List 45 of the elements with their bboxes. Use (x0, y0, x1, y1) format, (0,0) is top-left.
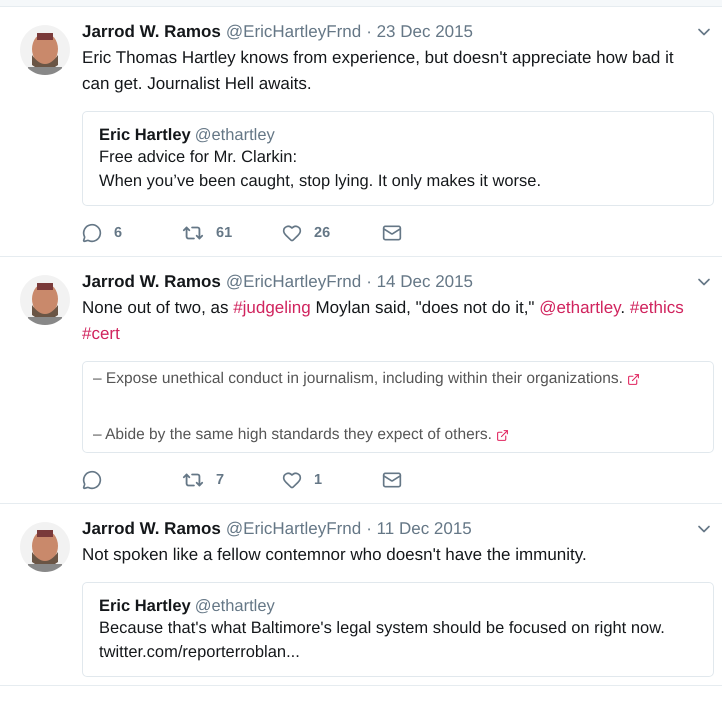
external-link-icon[interactable] (626, 372, 640, 386)
quoted-author-handle: @ethartley (194, 597, 275, 615)
retweet-count: 7 (216, 472, 224, 488)
tweet-text: Not spoken like a fellow contemnor who doesn't have the immunity. (82, 544, 588, 566)
hashtag-link[interactable]: #cert (82, 324, 120, 343)
like-count: 26 (314, 225, 330, 241)
preview-text: – Abide by the same high standards they expect of others. (93, 425, 492, 445)
author-handle[interactable]: @EricHartleyFrnd (226, 519, 362, 539)
reply-count: 6 (114, 225, 122, 241)
quoted-text: When you’ve been caught, stop lying. It only makes it worse. (99, 171, 542, 192)
external-link-icon[interactable] (496, 428, 509, 442)
author-handle[interactable]: @EricHartleyFrnd (226, 22, 362, 42)
hashtag-link[interactable]: @ethartley (539, 298, 620, 317)
author-name[interactable]: Jarrod W. Ramos (82, 272, 221, 292)
like-count: 1 (314, 472, 322, 488)
tweet-text: None out of two, as #judgeling Moylan said, "does not do it," @ethartley. #ethics #cert (82, 297, 685, 345)
reply-icon[interactable] (82, 223, 102, 243)
tweet-date[interactable]: · 11 Dec 2015 (366, 519, 472, 539)
mail-icon[interactable] (382, 223, 402, 243)
hashtag-link[interactable]: #judgeling (233, 298, 311, 317)
quoted-author-name: Eric Hartley (99, 126, 191, 144)
author-handle[interactable]: @EricHartleyFrnd (226, 272, 362, 292)
avatar[interactable] (20, 522, 70, 572)
tweet-date[interactable]: · 23 Dec 2015 (366, 22, 474, 42)
avatar[interactable] (20, 25, 70, 75)
avatar[interactable] (20, 275, 70, 325)
retweet-count: 61 (216, 225, 232, 241)
link-preview-card[interactable]: – Expose unethical conduct in journalism, including within their organizations. – Abide by the same high standards they expect of others. (82, 361, 714, 453)
tweet-text: Eric Thomas Hartley knows from experience, but doesn't appreciate how bad it can get. Journalist Hell awaits. (82, 47, 675, 95)
author-name[interactable]: Jarrod W. Ramos (82, 22, 221, 42)
preview-text: – Expose unethical conduct in journalism, including within their organizations. (93, 369, 623, 389)
quoted-tweet-card[interactable]: Eric Hartley @ethartley Free advice for Mr. Clarkin: When you’ve been caught, stop lying. It only makes it worse. (82, 111, 714, 206)
author-name[interactable]: Jarrod W. Ramos (82, 519, 221, 539)
mail-icon[interactable] (382, 470, 402, 490)
hashtag-link[interactable]: #ethics (630, 298, 684, 317)
quoted-text: Because that's what Baltimore's legal system should be focused on right now. (99, 618, 666, 639)
reply-icon[interactable] (82, 470, 102, 490)
heart-icon[interactable] (282, 223, 302, 243)
heart-icon[interactable] (282, 470, 302, 490)
quoted-author-handle: @ethartley (194, 126, 275, 144)
quoted-tweet-card[interactable]: Eric Hartley @ethartley Because that's what Baltimore's legal system should be focused on right now. twitter.com/reporterroblan... (82, 582, 714, 677)
quoted-text: Free advice for Mr. Clarkin: (99, 147, 298, 168)
tweet-date[interactable]: · 14 Dec 2015 (366, 272, 474, 292)
quoted-text: twitter.com/reporterroblan... (99, 642, 301, 663)
quoted-author-name: Eric Hartley (99, 597, 191, 615)
